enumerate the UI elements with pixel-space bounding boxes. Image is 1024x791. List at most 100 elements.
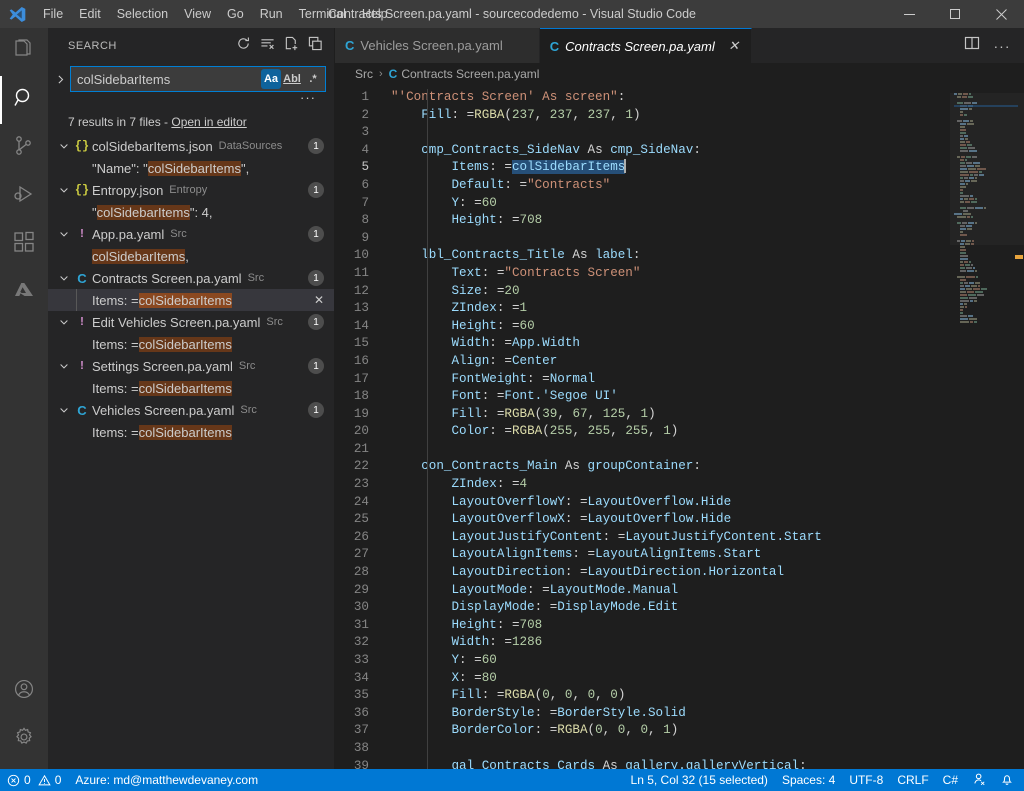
azure-icon bbox=[12, 278, 36, 307]
status-indentation[interactable]: Spaces: 4 bbox=[775, 769, 842, 791]
status-language-mode[interactable]: C# bbox=[936, 769, 965, 791]
tab-label: Vehicles Screen.pa.yaml bbox=[360, 38, 502, 53]
activity-item-extensions[interactable] bbox=[0, 220, 48, 268]
ellipsis-icon: ··· bbox=[994, 38, 1011, 54]
result-file-folder: Src bbox=[239, 360, 256, 372]
yaml-file-icon: ! bbox=[72, 315, 92, 329]
collapse-all-button[interactable] bbox=[304, 35, 326, 57]
result-file-row[interactable]: ! Settings Screen.pa.yaml Src 1 bbox=[48, 355, 334, 377]
result-match-row[interactable]: Items: =colSidebarItems bbox=[48, 333, 334, 355]
tab-close-icon[interactable]: ✕ bbox=[727, 38, 741, 54]
title-bar: File Edit Selection View Go Run Terminal… bbox=[0, 0, 1024, 28]
result-file-row[interactable]: C Vehicles Screen.pa.yaml Src 1 bbox=[48, 399, 334, 421]
result-file-row[interactable]: {} Entropy.json Entropy 1 bbox=[48, 179, 334, 201]
open-new-search-editor-button[interactable] bbox=[280, 35, 302, 57]
minimap[interactable] bbox=[950, 85, 1024, 769]
result-match-row-selected[interactable]: Items: =colSidebarItems ✕ bbox=[48, 289, 334, 311]
result-match-row[interactable]: colSidebarItems, bbox=[48, 245, 334, 267]
files-icon bbox=[12, 38, 36, 67]
menu-edit[interactable]: Edit bbox=[71, 0, 109, 28]
powerapps-file-icon: C bbox=[345, 38, 354, 53]
minimize-button[interactable] bbox=[886, 0, 932, 28]
menu-go[interactable]: Go bbox=[219, 0, 252, 28]
breadcrumb-folder[interactable]: Src bbox=[355, 67, 373, 81]
match-prefix: Items: = bbox=[92, 293, 139, 308]
more-actions-button[interactable]: ··· bbox=[988, 32, 1016, 60]
menu-run[interactable]: Run bbox=[252, 0, 291, 28]
search-more-button[interactable]: ··· bbox=[300, 93, 316, 108]
status-eol[interactable]: CRLF bbox=[890, 769, 935, 791]
result-file-folder: DataSources bbox=[219, 140, 283, 152]
result-match-row[interactable]: Items: =colSidebarItems bbox=[48, 377, 334, 399]
result-file-row[interactable]: ! App.pa.yaml Src 1 bbox=[48, 223, 334, 245]
menu-view[interactable]: View bbox=[176, 0, 219, 28]
maximize-button[interactable] bbox=[932, 0, 978, 28]
search-input-box[interactable]: Aa Abl .* bbox=[70, 66, 326, 92]
clear-search-results-button[interactable] bbox=[256, 35, 278, 57]
search-row: Aa Abl .* ··· bbox=[48, 63, 334, 108]
result-match-row[interactable]: "Name": "colSidebarItems", bbox=[48, 157, 334, 179]
status-bar: 0 0 Azure: md@matthewdevaney.com Ln 5, C… bbox=[0, 769, 1024, 791]
match-highlight: colSidebarItems bbox=[139, 425, 232, 440]
result-file-row[interactable]: ! Edit Vehicles Screen.pa.yaml Src 1 bbox=[48, 311, 334, 333]
search-icon bbox=[12, 86, 36, 115]
search-input[interactable] bbox=[77, 68, 261, 90]
close-button[interactable] bbox=[978, 0, 1024, 28]
result-file-name: Settings Screen.pa.yaml bbox=[92, 359, 233, 374]
tab-vehicles-screen[interactable]: C Vehicles Screen.pa.yaml ✕ bbox=[335, 28, 540, 63]
open-in-editor-link[interactable]: Open in editor bbox=[171, 115, 246, 129]
result-count-badge: 1 bbox=[308, 182, 324, 198]
activity-item-manage[interactable] bbox=[0, 715, 48, 763]
status-remote-host[interactable] bbox=[965, 769, 993, 791]
code-editor[interactable]: 1"'Contracts Screen' As screen":2 Fill: … bbox=[335, 85, 1024, 769]
activity-item-source-control[interactable] bbox=[0, 124, 48, 172]
breadcrumb-file[interactable]: Contracts Screen.pa.yaml bbox=[401, 67, 539, 81]
tab-contracts-screen[interactable]: C Contracts Screen.pa.yaml ✕ bbox=[540, 28, 752, 63]
bell-icon bbox=[1000, 772, 1014, 789]
window-controls bbox=[886, 0, 1024, 28]
dismiss-match-button[interactable]: ✕ bbox=[314, 289, 324, 311]
result-file-row[interactable]: {} colSidebarItems.json DataSources 1 bbox=[48, 135, 334, 157]
result-match-row[interactable]: "colSidebarItems": 4, bbox=[48, 201, 334, 223]
menu-file[interactable]: File bbox=[35, 0, 71, 28]
activity-item-explorer[interactable] bbox=[0, 28, 48, 76]
match-whole-word-toggle[interactable]: Abl bbox=[282, 69, 302, 89]
error-count: 0 bbox=[24, 773, 31, 787]
status-problems[interactable]: 0 0 bbox=[0, 769, 68, 791]
code-text-area[interactable]: 1"'Contracts Screen' As screen":2 Fill: … bbox=[335, 85, 950, 769]
results-summary: 7 results in 7 files - Open in editor bbox=[48, 108, 334, 135]
menu-help[interactable]: Help bbox=[354, 0, 396, 28]
menu-selection[interactable]: Selection bbox=[109, 0, 176, 28]
toggle-search-details-button[interactable] bbox=[50, 66, 70, 92]
tab-label: Contracts Screen.pa.yaml bbox=[565, 39, 715, 54]
chevron-down-icon[interactable] bbox=[56, 355, 72, 377]
status-azure-account[interactable]: Azure: md@matthewdevaney.com bbox=[68, 769, 265, 791]
activity-item-azure[interactable] bbox=[0, 268, 48, 316]
chevron-down-icon[interactable] bbox=[56, 267, 72, 289]
split-editor-button[interactable] bbox=[958, 32, 986, 60]
use-regex-toggle[interactable]: .* bbox=[303, 69, 323, 89]
result-match-row[interactable]: Items: =colSidebarItems bbox=[48, 421, 334, 443]
match-case-toggle[interactable]: Aa bbox=[261, 69, 281, 89]
chevron-down-icon[interactable] bbox=[56, 311, 72, 333]
activity-item-accounts[interactable] bbox=[0, 667, 48, 715]
status-notifications[interactable] bbox=[993, 769, 1024, 791]
menu-terminal[interactable]: Terminal bbox=[291, 0, 354, 28]
status-encoding[interactable]: UTF-8 bbox=[842, 769, 890, 791]
breadcrumb: Src › C Contracts Screen.pa.yaml bbox=[335, 63, 1024, 85]
results-count-text: 7 results in 7 files - bbox=[68, 115, 171, 129]
chevron-down-icon[interactable] bbox=[56, 223, 72, 245]
clear-all-icon bbox=[260, 36, 275, 56]
result-count-badge: 1 bbox=[308, 402, 324, 418]
chevron-down-icon[interactable] bbox=[56, 399, 72, 421]
refresh-button[interactable] bbox=[232, 35, 254, 57]
match-highlight: colSidebarItems bbox=[148, 161, 241, 176]
chevron-down-icon[interactable] bbox=[56, 179, 72, 201]
result-count-badge: 1 bbox=[308, 138, 324, 154]
activity-item-run-and-debug[interactable] bbox=[0, 172, 48, 220]
activity-item-search[interactable] bbox=[0, 76, 48, 124]
status-editor-position[interactable]: Ln 5, Col 32 (15 selected) bbox=[624, 769, 775, 791]
result-file-row[interactable]: C Contracts Screen.pa.yaml Src 1 bbox=[48, 267, 334, 289]
chevron-down-icon[interactable] bbox=[56, 135, 72, 157]
powerapps-file-icon: C bbox=[389, 67, 398, 81]
